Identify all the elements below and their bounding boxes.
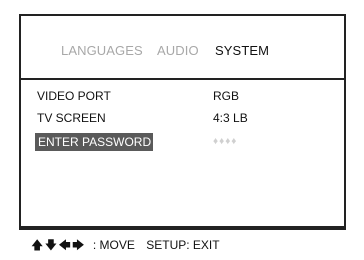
password-mask-value: ♦♦♦♦	[213, 136, 238, 147]
enter-password-item[interactable]: ENTER PASSWORD	[35, 133, 153, 151]
exit-hint: SETUP: EXIT	[146, 238, 220, 252]
up-arrow-icon: 🡅	[31, 238, 43, 252]
navigation-arrows: 🡅 🡇 🡄 🡆	[31, 236, 85, 257]
tab-system[interactable]: SYSTEM	[215, 43, 269, 58]
tv-screen-label[interactable]: TV SCREEN	[37, 110, 106, 126]
enter-password-label: ENTER PASSWORD	[38, 135, 152, 149]
right-arrow-icon: 🡆	[72, 238, 84, 252]
move-hint: : MOVE	[92, 238, 135, 252]
footer-divider	[19, 228, 346, 230]
down-arrow-icon: 🡇	[44, 238, 57, 252]
video-port-value: RGB	[213, 89, 240, 103]
tab-languages[interactable]: LANGUAGES	[61, 43, 143, 58]
tv-screen-value: 4:3 LB	[213, 111, 248, 125]
tab-audio[interactable]: AUDIO	[157, 43, 199, 58]
menu-tab-bar: LANGUAGES AUDIO SYSTEM	[21, 16, 344, 80]
left-arrow-icon: 🡄	[58, 238, 70, 252]
video-port-label[interactable]: VIDEO PORT	[37, 88, 111, 104]
footer-hint: 🡅 🡇 🡄 🡆 : MOVE SETUP: EXIT	[31, 236, 220, 257]
